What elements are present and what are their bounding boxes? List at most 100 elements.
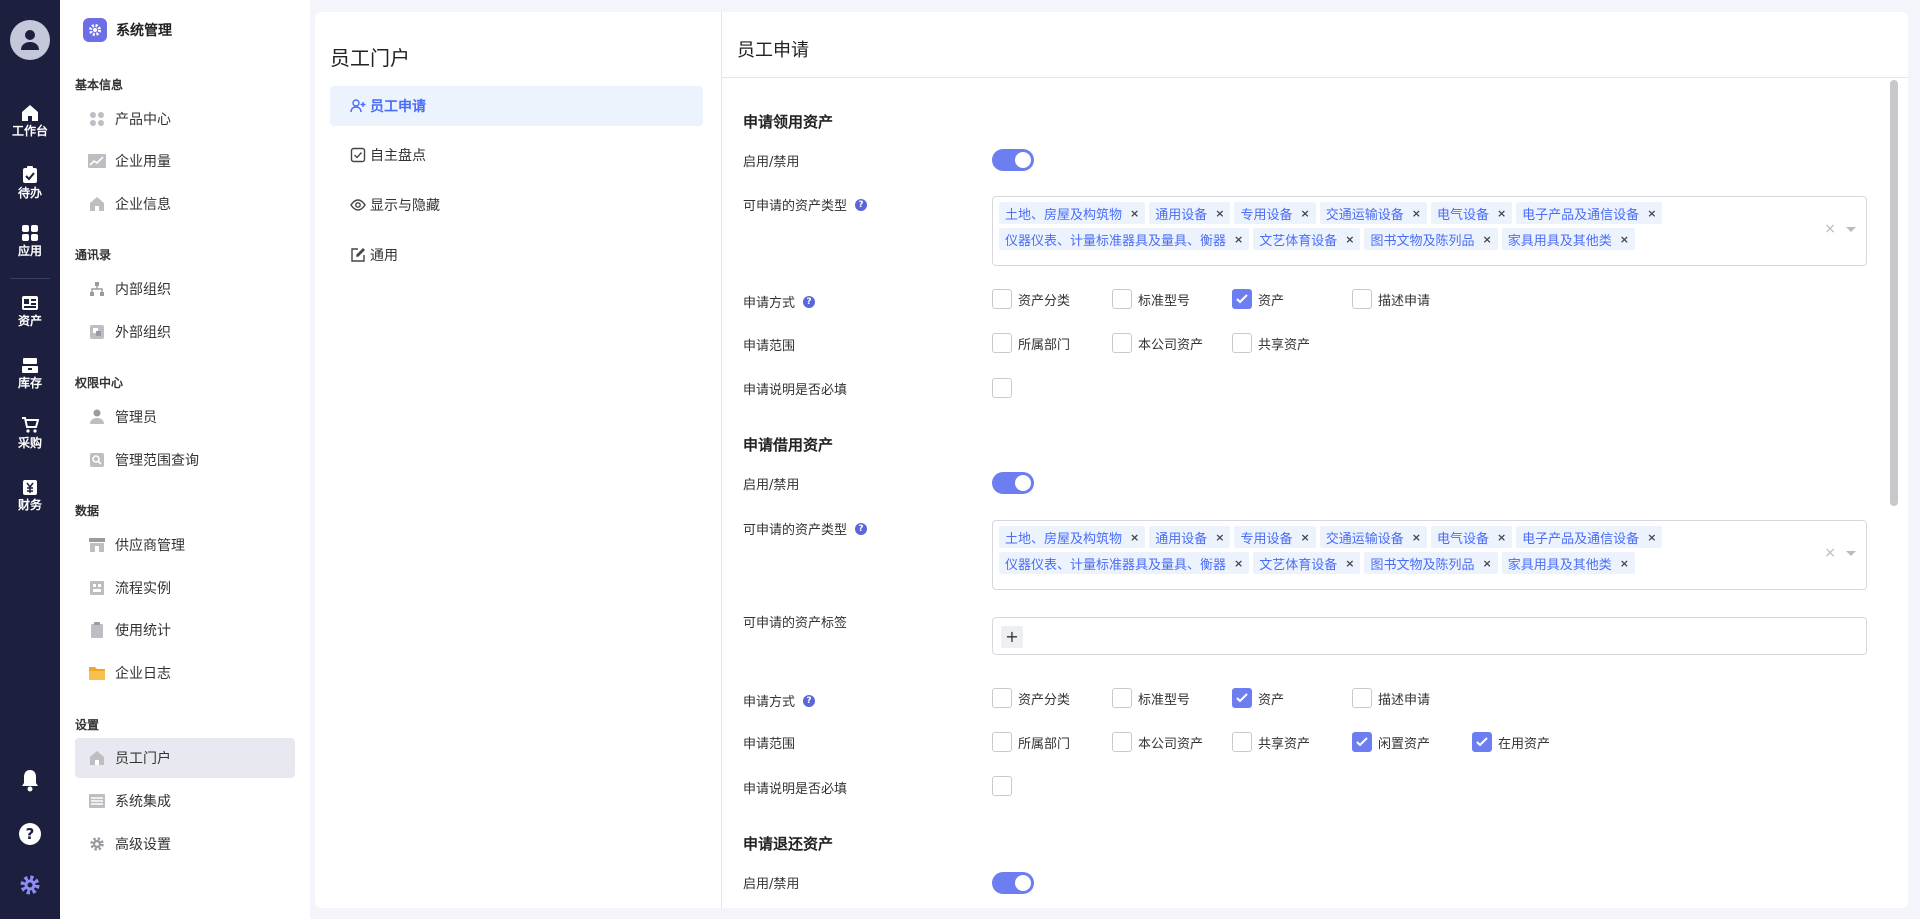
user-icon [21,30,39,50]
rail-item-inventory[interactable]: 库存 [0,356,60,390]
close-icon[interactable]: × [1345,557,1354,570]
checkbox-scope-company[interactable]: 本公司资产 [1112,732,1203,752]
close-icon[interactable]: × [1620,233,1629,246]
toggle-return-enable[interactable] [992,872,1034,894]
sidebar-item-advanced[interactable]: 高级设置 [75,824,295,864]
checkbox-scope-company[interactable]: 本公司资产 [1112,333,1203,353]
checkbox-method-asset[interactable]: 资产 [1232,688,1284,708]
submenu-item-show-hide[interactable]: 显示与隐藏 [330,185,703,225]
checkbox-box [1232,333,1252,353]
rail-item-todo[interactable]: 待办 [0,166,60,200]
group-title-settings: 设置 [75,718,100,732]
close-icon[interactable]: × [1130,531,1139,544]
asset-types-select-borrow[interactable]: 土地、房屋及构筑物 × 通用设备 × 专用设备 × 交通运输设备 × 电气设备 × 电子产… [992,520,1867,590]
rail-item-workbench[interactable]: 工作台 [0,104,60,138]
chevron-down-icon[interactable] [1846,227,1856,232]
toggle-borrow-enable[interactable] [992,472,1034,494]
cart-icon [22,417,39,433]
checkbox-scope-dept[interactable]: 所属部门 [992,732,1070,752]
sidebar-item-external-org[interactable]: 外部组织 [75,312,295,352]
asset-types-select-receive[interactable]: 土地、房屋及构筑物 × 通用设备 × 专用设备 × 交通运输设备 × 电气设备 × 电子产… [992,196,1867,266]
sidebar-item-employee-portal[interactable]: 员工门户 [75,738,295,778]
checkbox-method-category[interactable]: 资产分类 [992,289,1070,309]
close-icon[interactable]: × [1412,207,1421,220]
sidebar-item-usage[interactable]: 企业用量 [75,141,295,181]
notifications-button[interactable] [0,768,60,796]
sidebar-item-scope-query[interactable]: 管理范围查询 [75,440,295,480]
sidebar-item-product-center[interactable]: 产品中心 [75,99,295,139]
sidebar-item-integration[interactable]: 系统集成 [75,781,295,821]
clear-icon[interactable]: × [1824,221,1836,237]
checkbox-method-description[interactable]: 描述申请 [1352,688,1430,708]
close-icon[interactable]: × [1482,233,1491,246]
clear-icon[interactable]: × [1824,545,1836,561]
sidebar-item-usage-stats[interactable]: 使用统计 [75,610,295,650]
sidebar-item-company-log[interactable]: 企业日志 [75,653,295,693]
section-title-borrow: 申请借用资产 [743,436,834,454]
close-icon[interactable]: × [1497,207,1506,220]
checkbox-scope-dept[interactable]: 所属部门 [992,333,1070,353]
home-icon [22,105,38,121]
checkbox-method-description[interactable]: 描述申请 [1352,289,1430,309]
checkbox-method-model[interactable]: 标准型号 [1112,289,1190,309]
close-icon[interactable]: × [1215,531,1224,544]
sidebar-item-suppliers[interactable]: 供应商管理 [75,525,295,565]
checkbox-scope-idle[interactable]: 闲置资产 [1352,732,1430,752]
sidebar-item-process-instances[interactable]: 流程实例 [75,568,295,608]
add-tag-button[interactable]: + [1001,626,1023,648]
close-icon[interactable]: × [1647,207,1656,220]
checkbox-scope-shared[interactable]: 共享资产 [1232,333,1310,353]
close-icon[interactable]: × [1215,207,1224,220]
label-asset-tags: 可申请的资产标签 [743,616,848,631]
close-icon[interactable]: × [1130,207,1139,220]
sidebar-item-admin[interactable]: 管理员 [75,397,295,437]
rail-item-purchase[interactable]: 采购 [0,416,60,450]
settings-scroll-area[interactable]: 申请领用资产 启用/禁用 可申请的资产类型 ? 土地、房屋及构筑物 × 通用设备 ×… [722,79,1908,908]
close-icon[interactable]: × [1482,557,1491,570]
checkbox-required-note[interactable] [992,776,1018,796]
checkbox-scope-in-use[interactable]: 在用资产 [1472,732,1550,752]
chevron-down-icon[interactable] [1846,551,1856,556]
integration-icon [87,791,107,811]
checkbox-required-note[interactable] [992,378,1018,398]
tag: 仪器仪表、计量标准器具及量具、衡器 × [999,552,1250,574]
checkbox-method-category[interactable]: 资产分类 [992,688,1070,708]
submenu-item-self-inventory[interactable]: 自主盘点 [330,135,703,175]
checkbox-method-asset[interactable]: 资产 [1232,289,1284,309]
close-icon[interactable]: × [1234,233,1243,246]
close-icon[interactable]: × [1497,531,1506,544]
group-title-permissions: 权限中心 [75,376,124,390]
help-icon[interactable]: ? [803,295,816,308]
check-icon [1232,289,1252,309]
sidebar-item-company-info[interactable]: 企业信息 [75,184,295,224]
rail-item-assets[interactable]: 资产 [0,294,60,328]
close-icon[interactable]: × [1647,531,1656,544]
rail-item-finance[interactable]: 财务 [0,478,60,512]
sidebar-item-internal-org[interactable]: 内部组织 [75,269,295,309]
close-icon[interactable]: × [1620,557,1629,570]
settings-button[interactable] [0,874,60,900]
main-card: 员工门户 员工申请 自主盘点 显示与隐藏 通用 员工申请 申请领用资产 启用/禁… [315,12,1908,908]
help-icon[interactable]: ? [855,522,868,535]
checkbox-scope-shared[interactable]: 共享资产 [1232,732,1310,752]
close-icon[interactable]: × [1300,531,1309,544]
close-icon[interactable]: × [1345,233,1354,246]
toggle-receive-enable[interactable] [992,149,1034,171]
rail-item-apps[interactable]: 应用 [0,224,60,258]
submenu-item-employee-apply[interactable]: 员工申请 [330,86,703,126]
close-icon[interactable]: × [1234,557,1243,570]
avatar[interactable] [10,20,50,60]
checkbox-method-model[interactable]: 标准型号 [1112,688,1190,708]
asset-tags-field[interactable]: + [992,617,1867,655]
tag: 专用设备 × [1234,202,1316,224]
checkbox-box [992,378,1012,398]
help-icon[interactable]: ? [855,198,868,211]
close-icon[interactable]: × [1412,531,1421,544]
submenu-item-general[interactable]: 通用 [330,235,703,275]
help-button[interactable]: ? [0,822,60,850]
checkbox-box [1352,289,1372,309]
tag: 交通运输设备 × [1319,202,1427,224]
help-icon[interactable]: ? [803,694,816,707]
close-icon[interactable]: × [1300,207,1309,220]
app-rail: 工作台 待办 应用 资产 库存 采购 财务 ? [0,0,60,919]
